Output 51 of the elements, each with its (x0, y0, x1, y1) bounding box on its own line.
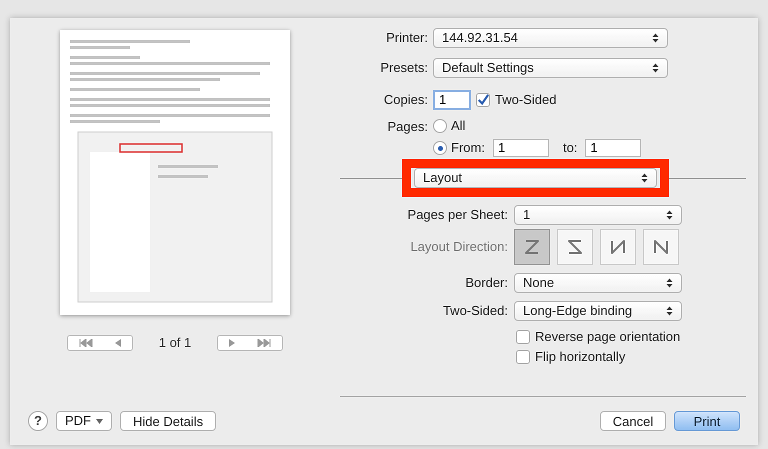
hide-details-button[interactable]: Hide Details (120, 411, 216, 431)
first-page-icon (78, 338, 93, 347)
field-label: Pages: (386, 118, 428, 136)
next-page-icon (229, 338, 236, 347)
up-down-arrows-icon (652, 63, 659, 73)
radio-label: From: (451, 139, 485, 158)
printer-select[interactable]: 144.92.31.54 (433, 28, 668, 48)
radio-button[interactable] (433, 141, 447, 155)
two-sided-select[interactable]: Long-Edge binding (514, 301, 682, 321)
checkbox-label: Two-Sided (495, 91, 556, 110)
section-popup[interactable]: Layout (414, 168, 657, 188)
field-label: Border: (464, 274, 508, 292)
up-down-arrows-icon (666, 306, 673, 316)
up-down-arrows-icon (666, 210, 673, 220)
help-button[interactable]: ? (28, 411, 48, 431)
layout-direction-option[interactable] (600, 229, 636, 265)
field-label: Layout Direction: (409, 238, 508, 256)
up-down-arrows-icon (641, 173, 648, 183)
print-button[interactable]: Print (674, 411, 740, 431)
from-field[interactable]: 1 (492, 139, 549, 157)
page-counter: 1 of 1 (158, 334, 192, 352)
copies-field[interactable]: 1 (433, 90, 471, 110)
checkbox-label: Flip horizontally (535, 348, 626, 366)
field-label: to: (562, 139, 578, 158)
field-label: Copies: (382, 91, 428, 110)
pdf-menu-button[interactable]: PDF (56, 411, 112, 431)
previous-page-icon (114, 338, 121, 347)
layout-direction-option[interactable] (514, 229, 550, 265)
pages-per-sheet-select[interactable]: 1 (514, 205, 682, 225)
checkbox[interactable] (516, 350, 530, 364)
next-last-page-buttons[interactable] (217, 334, 284, 351)
radio-label: All (451, 117, 466, 136)
up-down-arrows-icon (652, 33, 659, 43)
border-select[interactable]: None (514, 273, 682, 293)
checkbox[interactable] (516, 330, 530, 344)
field-label: Two-Sided: (442, 302, 508, 320)
field-label: Printer: (385, 29, 428, 48)
caret-icon (96, 418, 103, 424)
presets-select[interactable]: Default Settings (433, 58, 668, 78)
cancel-button[interactable]: Cancel (600, 411, 666, 431)
layout-direction-option[interactable] (557, 229, 593, 265)
field-label: Presets: (379, 59, 428, 78)
radio-button[interactable] (433, 119, 447, 133)
to-field[interactable]: 1 (585, 139, 642, 157)
checkbox[interactable] (476, 93, 490, 107)
first-previous-page-buttons[interactable] (66, 334, 133, 351)
layout-direction-option[interactable] (643, 229, 679, 265)
field-label: Pages per Sheet: (406, 206, 508, 224)
last-page-icon (257, 338, 272, 347)
checkbox-label: Reverse page orientation (535, 328, 680, 346)
up-down-arrows-icon (666, 278, 673, 288)
